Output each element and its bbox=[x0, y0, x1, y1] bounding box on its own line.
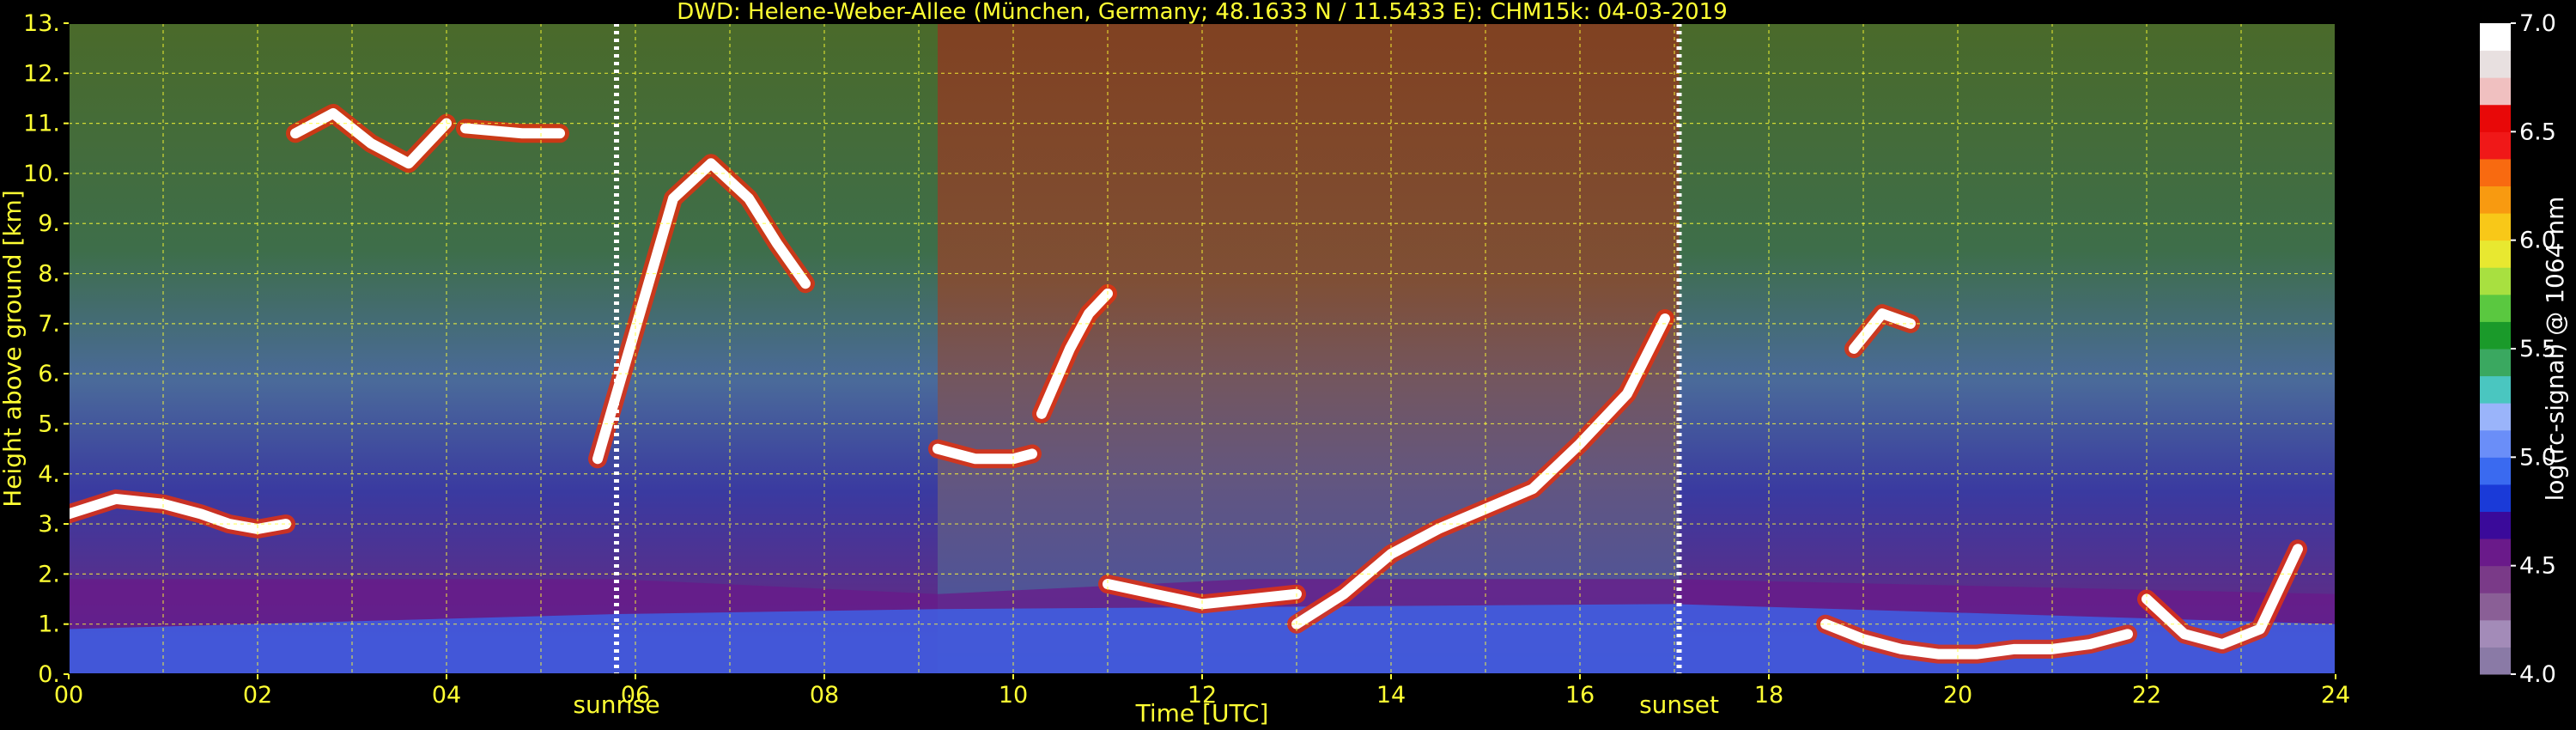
colorbar-swatches bbox=[2480, 23, 2511, 675]
colorbar-swatch bbox=[2480, 619, 2511, 648]
colorbar-swatch bbox=[2480, 511, 2511, 539]
colorbar-swatch bbox=[2480, 538, 2511, 567]
colorbar-swatch bbox=[2480, 565, 2511, 593]
colorbar-swatch bbox=[2480, 213, 2511, 241]
colorbar-swatch bbox=[2480, 321, 2511, 350]
y-tick-label: 7. bbox=[38, 311, 60, 338]
y-tick-label: 10. bbox=[23, 161, 60, 187]
y-tick-label: 9. bbox=[38, 210, 60, 237]
colorbar-swatch bbox=[2480, 158, 2511, 186]
ceilometer-chart: DWD: Helene-Weber-Allee (München, German… bbox=[0, 0, 2569, 727]
x-tick-label: 10 bbox=[999, 682, 1028, 709]
y-tick-label: 8. bbox=[38, 261, 60, 288]
daytime-background bbox=[938, 23, 1680, 674]
y-tick-label: 1. bbox=[38, 611, 60, 638]
x-tick-label: 16 bbox=[1565, 682, 1595, 709]
colorbar-tick-label: 4.0 bbox=[2519, 661, 2556, 688]
y-axis-label: Height above ground [km] bbox=[0, 190, 27, 508]
colorbar-swatch bbox=[2480, 647, 2511, 675]
x-tick-label: 12 bbox=[1188, 682, 1217, 709]
x-tick-label: 02 bbox=[243, 682, 272, 709]
x-tick-label: 14 bbox=[1376, 682, 1406, 709]
x-tick-label: 04 bbox=[432, 682, 461, 709]
colorbar-swatch bbox=[2480, 593, 2511, 621]
colorbar-swatch bbox=[2480, 403, 2511, 431]
y-tick-label: 6. bbox=[38, 361, 60, 387]
colorbar-tick-label: 6.5 bbox=[2519, 119, 2556, 145]
x-tick-label: 24 bbox=[2321, 682, 2350, 709]
colorbar-swatch bbox=[2480, 294, 2511, 322]
colorbar: 4.04.55.05.56.06.57.0 log(rc-signal) @ 1… bbox=[2480, 10, 2569, 688]
x-tick-label: 20 bbox=[1943, 682, 1972, 709]
x-tick-label: 08 bbox=[810, 682, 839, 709]
colorbar-swatch bbox=[2480, 267, 2511, 295]
colorbar-swatch bbox=[2480, 484, 2511, 512]
y-tick-label: 5. bbox=[38, 411, 60, 437]
x-tick-label: 22 bbox=[2132, 682, 2161, 709]
sunset-label: sunset bbox=[1639, 690, 1719, 719]
colorbar-swatch bbox=[2480, 104, 2511, 132]
colorbar-tick-label: 7.0 bbox=[2519, 10, 2556, 37]
colorbar-swatch bbox=[2480, 186, 2511, 214]
colorbar-label: log(rc-signal) @ 1064 nm bbox=[2541, 197, 2569, 502]
sunrise-label: sunrise bbox=[573, 690, 659, 719]
y-tick-label: 12. bbox=[23, 60, 60, 87]
chart-title: DWD: Helene-Weber-Allee (München, German… bbox=[677, 0, 1728, 25]
x-tick-label: 00 bbox=[54, 682, 83, 709]
colorbar-swatch bbox=[2480, 457, 2511, 485]
colorbar-tick-label: 4.5 bbox=[2519, 553, 2556, 580]
colorbar-swatch bbox=[2480, 50, 2511, 78]
plot-area bbox=[69, 23, 2336, 674]
y-tick-labels: 0.1.2.3.4.5.6.7.8.9.10.11.12.13. bbox=[23, 10, 69, 688]
colorbar-swatch bbox=[2480, 23, 2511, 52]
cloud-track-2 bbox=[460, 123, 565, 139]
colorbar-swatch bbox=[2480, 240, 2511, 268]
colorbar-swatch bbox=[2480, 375, 2511, 404]
x-tick-labels: 00 02 04 06 08 10 12 14 16 18 20 22 24 bbox=[54, 674, 2350, 709]
colorbar-swatch bbox=[2480, 429, 2511, 458]
y-tick-label: 13. bbox=[23, 10, 60, 37]
colorbar-swatch bbox=[2480, 349, 2511, 377]
y-tick-label: 4. bbox=[38, 461, 60, 488]
x-tick-label: 18 bbox=[1754, 682, 1783, 709]
colorbar-swatch bbox=[2480, 77, 2511, 106]
y-tick-label: 11. bbox=[23, 111, 60, 137]
y-tick-label: 2. bbox=[38, 561, 60, 587]
y-tick-label: 3. bbox=[38, 511, 60, 538]
colorbar-swatch bbox=[2480, 131, 2511, 160]
